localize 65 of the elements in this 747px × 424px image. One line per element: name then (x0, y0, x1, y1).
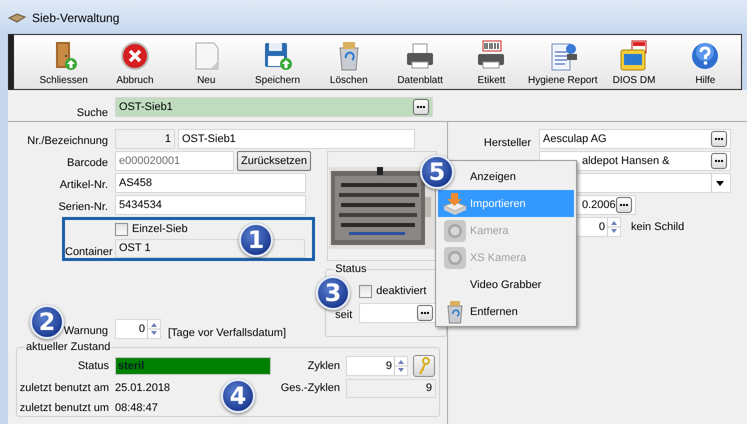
ellipsis-button[interactable] (413, 98, 429, 114)
key-icon (417, 357, 431, 375)
field-label: zuletzt benutzt am (18, 382, 110, 394)
toolbar-button[interactable]: Etikett (456, 35, 528, 89)
toolbar-button[interactable]: Speichern (242, 35, 314, 89)
ellipsis-button[interactable] (711, 131, 727, 147)
checkbox-label: deaktiviert (376, 285, 426, 297)
trash-icon (445, 300, 465, 324)
toolbar-button[interactable]: Hygiene Report (527, 35, 598, 89)
reset-button[interactable]: Zurücksetzen (237, 151, 312, 171)
field-label: Zyklen (306, 360, 341, 372)
caret-icon (716, 180, 724, 186)
field-label: Barcode (67, 156, 108, 171)
ellipsis-button[interactable] (711, 153, 727, 169)
ellipsis-button[interactable] (616, 197, 632, 213)
field-label: Status (76, 360, 110, 372)
field-label: zuletzt benutzt um (18, 402, 110, 414)
toolbar-button[interactable]: Löschen (313, 35, 384, 89)
article-number-field[interactable]: AS458 (115, 173, 306, 193)
serial-number-field[interactable]: 5434534 (115, 195, 306, 215)
cycles-spinner[interactable]: 9 (346, 356, 408, 376)
field-label: Artikel-Nr. (60, 178, 108, 193)
toolbar-button[interactable]: Schliessen (28, 35, 100, 89)
toolbar-button[interactable]: Hilfe (670, 35, 741, 89)
toolbar-button[interactable]: Neu (170, 35, 242, 89)
manufacturer-field[interactable]: Aesculap AG (539, 129, 731, 149)
checkbox[interactable] (359, 284, 372, 298)
field-label: Nr./Bezeichnung (27, 134, 108, 149)
date-field[interactable] (359, 303, 438, 323)
name-field[interactable]: OST-Sieb1 (178, 129, 415, 149)
time-value: 08:48:47 (115, 402, 159, 414)
search-label: Suche (76, 106, 108, 121)
barcode-field[interactable]: e000020001 (115, 151, 234, 171)
checkbox[interactable] (115, 222, 128, 236)
number-field[interactable]: 1 (115, 129, 175, 149)
field-label: Serien-Nr. (58, 200, 108, 215)
spin-buttons[interactable] (147, 320, 160, 338)
toolbar-button[interactable]: Abbruch (99, 35, 171, 89)
status-bar: steril (115, 357, 271, 375)
spin-buttons[interactable] (607, 218, 620, 236)
hint-text: [Tage vor Verfallsdatum] (168, 327, 286, 339)
field-label: Warnung (64, 324, 108, 339)
warning-spinner[interactable]: 0 (115, 319, 161, 339)
toolbar-button[interactable]: DIOS DM (598, 35, 670, 89)
cancel-icon (118, 40, 151, 72)
date-value: 25.01.2018 (115, 382, 172, 394)
key-button[interactable] (413, 355, 435, 377)
field-label: Hersteller (482, 137, 532, 149)
search-field[interactable]: OST-Sieb1 (115, 96, 433, 116)
field-label: Ges.-Zyklen (280, 382, 341, 394)
field-label: Container (65, 246, 114, 258)
plate-note: kein Schild (631, 221, 684, 233)
checkbox-label: Einzel-Sieb (132, 223, 188, 235)
menu-item[interactable]: Entfernen (438, 298, 574, 325)
tray-icon (8, 12, 26, 24)
import-icon (442, 192, 468, 214)
window-title: Sieb-Verwaltung (32, 11, 120, 25)
field-label: seit (335, 308, 352, 323)
toolbar-button[interactable]: Datenblatt (384, 35, 456, 89)
menu-item[interactable]: Video Grabber (438, 271, 574, 298)
camera-icon (443, 246, 467, 270)
total-cycles-field: 9 (346, 378, 436, 398)
spin-buttons[interactable] (394, 357, 407, 375)
camera-icon (443, 218, 467, 242)
ellipsis-button[interactable] (417, 305, 434, 321)
